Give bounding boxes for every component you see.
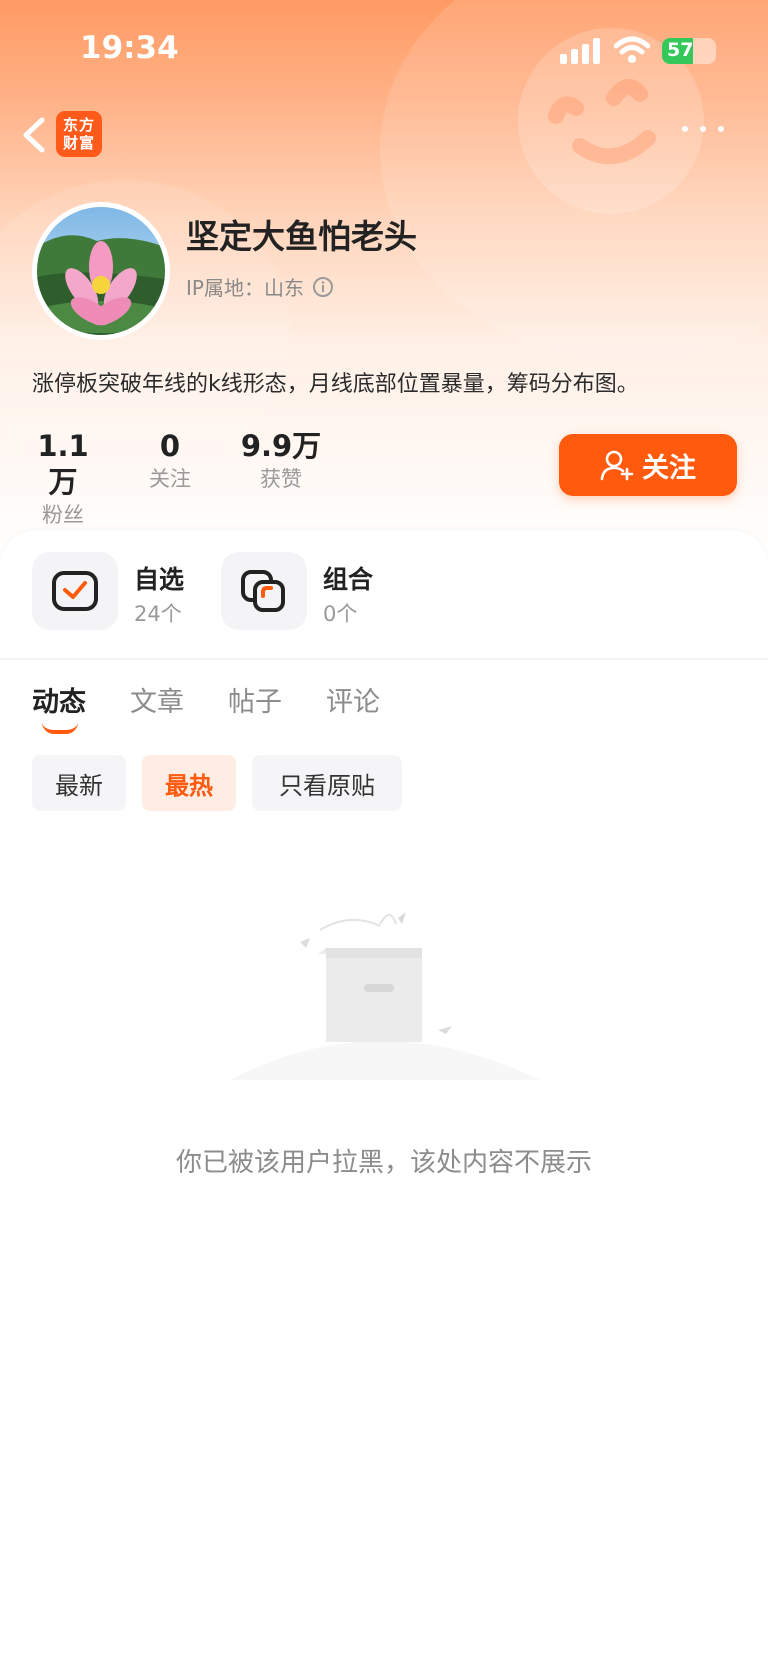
battery-icon: 57 [662, 38, 716, 64]
ip-location-row: IP属地：山东 [186, 272, 334, 301]
stat-fans[interactable]: 1.1万 粉丝 [32, 428, 94, 530]
ellipsis-icon-dot [682, 126, 688, 132]
avatar[interactable] [32, 202, 170, 340]
filter-latest[interactable]: 最新 [32, 755, 126, 811]
tab-dynamics[interactable]: 动态 [32, 680, 86, 719]
stat-label: 粉丝 [42, 503, 84, 527]
shortcut-portfolio[interactable]: 组合 0个 [221, 552, 391, 632]
tab-active-indicator [42, 722, 78, 734]
shortcut-icon-box [221, 552, 307, 630]
lotus-avatar-image [37, 207, 165, 335]
ellipsis-icon-dot [718, 126, 724, 132]
shortcut-count: 24个 [134, 602, 182, 626]
app-logo: 东方 财富 [56, 111, 102, 157]
ellipsis-icon-dot [700, 126, 706, 132]
watchlist-check-icon [52, 571, 98, 611]
shortcut-watchlist[interactable]: 自选 24个 [32, 552, 202, 632]
stat-following[interactable]: 0 关注 [142, 428, 198, 494]
bio-text: 涨停板突破年线的k线形态，月线底部位置暴量，筹码分布图。 [32, 372, 639, 397]
content-card: 自选 24个 组合 0个 动态 文章 帖子 评论 最新 最热 只看原贴 你已被该… [0, 530, 768, 1663]
shortcut-name: 自选 [134, 565, 185, 594]
back-button[interactable] [16, 112, 56, 158]
empty-box-icon [230, 912, 540, 1080]
divider [0, 658, 768, 660]
stat-likes[interactable]: 9.9万 获赞 [240, 428, 322, 494]
stat-value: 0 [159, 429, 181, 463]
follow-label: 关注 [642, 452, 696, 484]
tab-comments[interactable]: 评论 [326, 680, 380, 719]
follow-button[interactable]: 关注 [559, 434, 737, 496]
stat-label: 获赞 [260, 467, 302, 491]
stat-value: 9.9万 [240, 429, 322, 463]
stat-value: 1.1万 [37, 429, 89, 499]
signal-icon [560, 38, 600, 64]
status-bar: 19:34 57 [0, 0, 768, 100]
more-button[interactable] [680, 120, 726, 138]
username: 坚定大鱼怕老头 [186, 217, 417, 256]
app-logo-line2: 财富 [62, 134, 95, 152]
status-time: 19:34 [80, 30, 179, 66]
ip-location: IP属地：山东 [186, 276, 304, 300]
stat-label: 关注 [149, 467, 191, 491]
portfolio-icon [241, 570, 285, 612]
filter-original-only[interactable]: 只看原贴 [252, 755, 402, 811]
tab-posts[interactable]: 帖子 [228, 680, 282, 719]
battery-level: 57 [667, 39, 694, 61]
add-user-icon [600, 450, 634, 481]
filter-hottest[interactable]: 最热 [142, 755, 236, 811]
shortcut-count: 0个 [323, 602, 358, 626]
info-icon[interactable] [312, 276, 334, 298]
app-logo-line1: 东方 [62, 116, 95, 134]
wifi-icon [614, 36, 650, 63]
tab-articles[interactable]: 文章 [130, 680, 184, 719]
empty-state-message: 你已被该用户拉黑，该处内容不展示 [175, 1148, 592, 1178]
shortcut-icon-box [32, 552, 118, 630]
chevron-left-icon [23, 117, 45, 153]
shortcut-name: 组合 [323, 565, 374, 594]
